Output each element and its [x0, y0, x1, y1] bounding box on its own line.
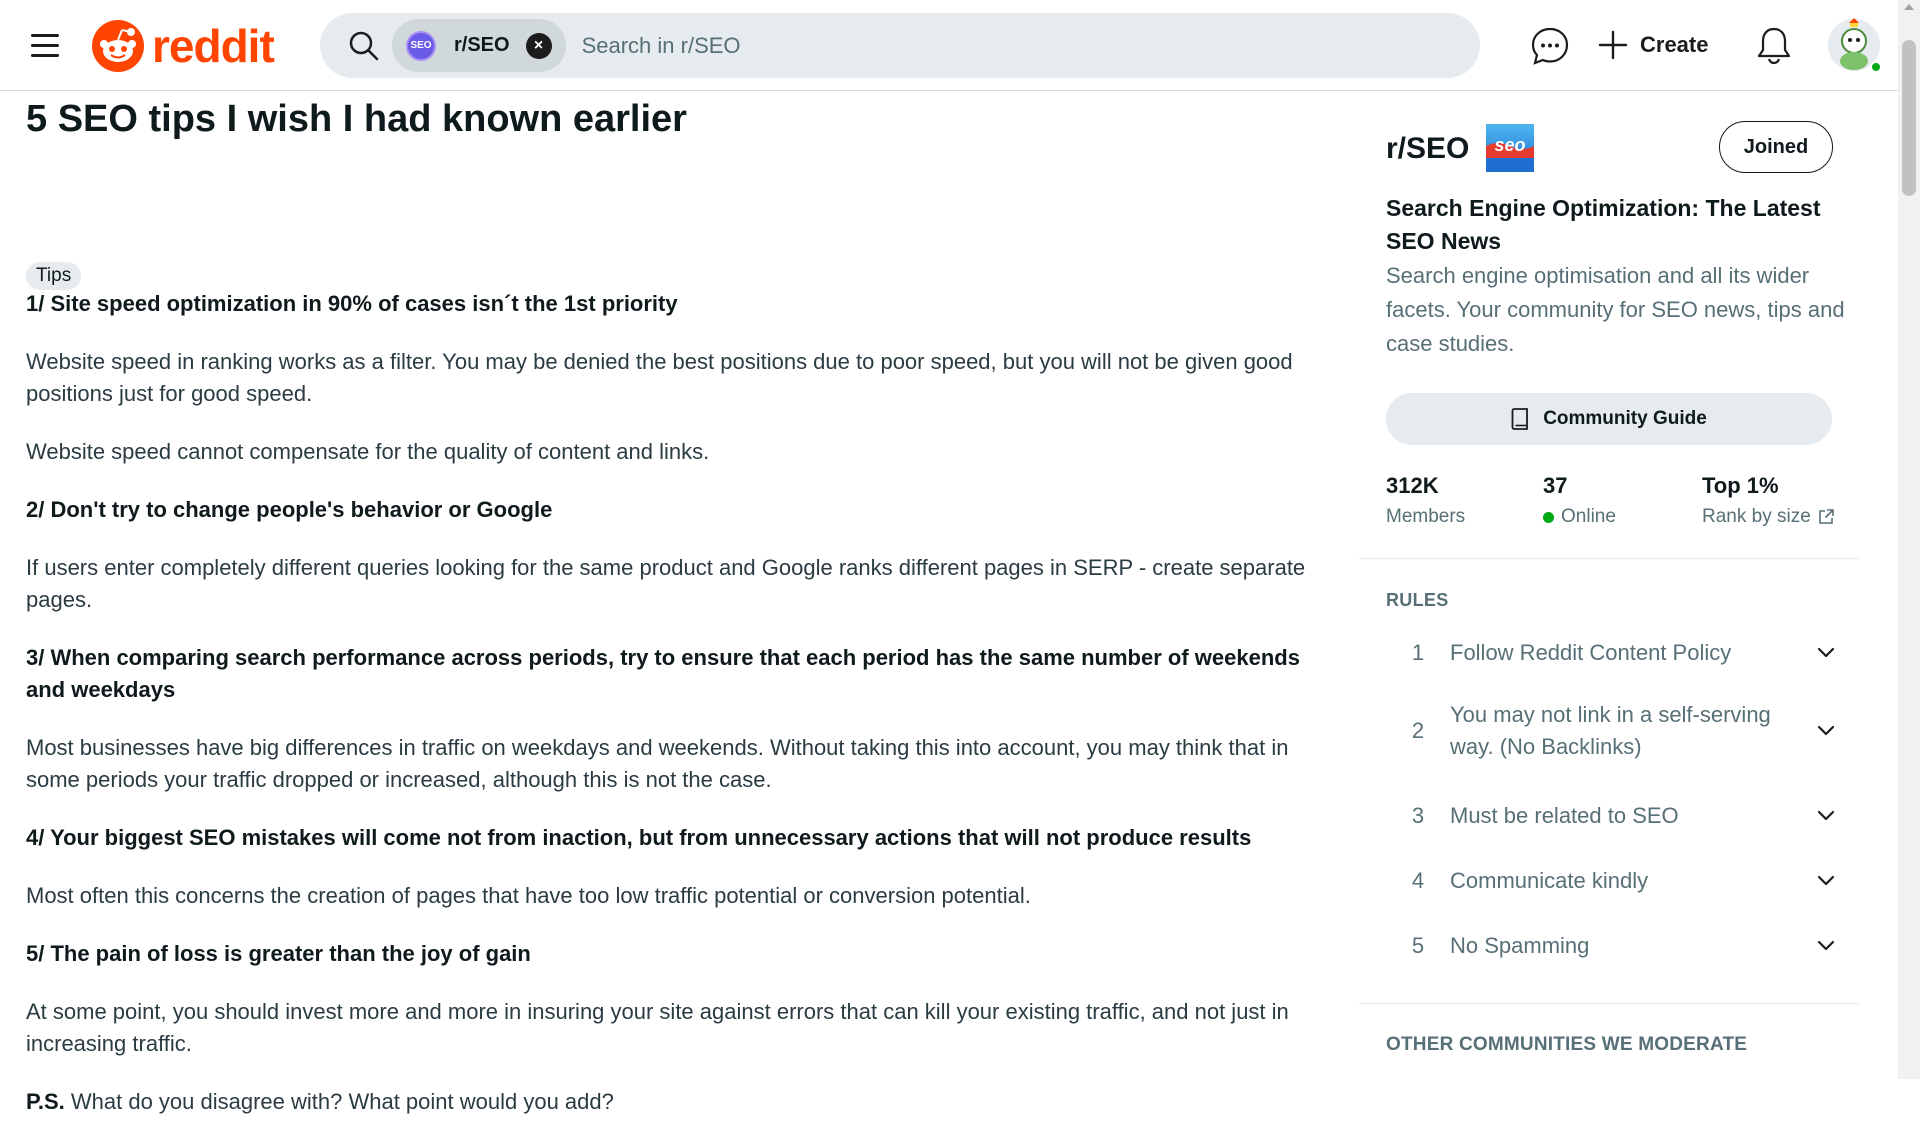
postscript-label: P.S. [26, 1089, 65, 1114]
user-avatar-icon[interactable] [1826, 17, 1882, 73]
scrollbar-thumb[interactable] [1902, 40, 1916, 196]
members-stat: 312K Members [1386, 472, 1465, 534]
chevron-down-icon [1817, 875, 1835, 886]
section-heading: 4/ Your biggest SEO mistakes will come n… [26, 825, 1252, 850]
section-paragraph: At some point, you should invest more an… [26, 999, 1289, 1056]
section-paragraph: Website speed in ranking works as a filt… [26, 349, 1293, 406]
rule-text: Must be related to SEO [1450, 803, 1679, 828]
joined-button[interactable]: Joined [1719, 121, 1833, 173]
chevron-down-icon [1817, 647, 1835, 658]
rule-item[interactable]: 2 You may not link in a self-serving way… [1386, 696, 1838, 766]
search-input[interactable] [579, 25, 1480, 66]
post-flair[interactable]: Tips [26, 262, 82, 290]
plus-icon [1598, 30, 1628, 60]
online-label: Online [1561, 506, 1616, 527]
section-heading: 1/ Site speed optimization in 90% of cas… [26, 291, 678, 316]
search-bar[interactable]: SEO r/SEO × [320, 13, 1480, 78]
online-indicator-icon [1543, 511, 1554, 523]
rank-value: Top 1% [1702, 473, 1779, 498]
post-body: 1/ Site speed optimization in 90% of cas… [26, 288, 1342, 1144]
community-guide-button[interactable]: Community Guide [1386, 393, 1832, 445]
book-icon [1511, 408, 1529, 430]
rule-item[interactable]: 1 Follow Reddit Content Policy [1386, 634, 1838, 672]
create-label: Create [1640, 32, 1709, 57]
search-scope-label: r/SEO [454, 34, 510, 56]
external-link-icon [1818, 509, 1834, 524]
members-count: 312K [1386, 473, 1439, 498]
community-title: Search Engine Optimization: The Latest S… [1386, 195, 1821, 254]
community-description: Search engine optimisation and all its w… [1386, 263, 1845, 356]
rule-item[interactable]: 5 No Spamming [1386, 927, 1838, 965]
community-stats: 312K Members 37 Online Top 1% Rank by si… [1386, 472, 1846, 532]
sidebar-divider [1359, 1003, 1859, 1004]
chevron-down-icon [1817, 725, 1835, 736]
search-icon [349, 31, 379, 60]
logo-wordmark: reddit [152, 20, 275, 72]
create-button[interactable]: Create [1598, 24, 1708, 66]
section-heading: 2/ Don't try to change people's behavior… [26, 497, 553, 522]
rank-label: Rank by size [1702, 506, 1811, 527]
close-icon[interactable]: × [525, 32, 552, 59]
rule-number: 1 [1411, 640, 1425, 665]
search-scope-chip[interactable]: SEO r/SEO × [392, 19, 566, 72]
rank-stat[interactable]: Top 1% Rank by size [1702, 472, 1835, 534]
community-name[interactable]: r/SEO [1386, 132, 1469, 166]
reddit-logo-icon [92, 20, 144, 72]
rule-text: Follow Reddit Content Policy [1450, 640, 1732, 665]
chevron-down-icon [1817, 940, 1835, 951]
section-paragraph: Most businesses have big differences in … [26, 735, 1289, 792]
community-icon: seo [1486, 124, 1534, 172]
section-paragraph: If users enter completely different quer… [26, 555, 1306, 612]
section-paragraph: Website speed cannot compensate for the … [26, 439, 710, 464]
postscript-text: What do you disagree with? What point wo… [70, 1089, 614, 1114]
members-label: Members [1386, 506, 1466, 527]
rules-header: RULES [1386, 590, 1449, 610]
rule-text: Communicate kindly [1450, 868, 1649, 893]
rule-item[interactable]: 3 Must be related to SEO [1386, 797, 1838, 835]
svg-text:seo: seo [1494, 135, 1525, 155]
online-count: 37 [1543, 473, 1568, 498]
rule-number: 5 [1411, 933, 1425, 958]
community-guide-label: Community Guide [1543, 408, 1707, 429]
rule-number: 4 [1411, 868, 1425, 893]
section-heading: 5/ The pain of loss is greater than the … [26, 941, 531, 966]
bell-icon[interactable] [1756, 25, 1792, 65]
hamburger-menu-icon[interactable] [28, 28, 66, 62]
rule-item[interactable]: 4 Communicate kindly [1386, 862, 1838, 900]
postscript: P.S. What do you disagree with? What poi… [26, 1086, 1342, 1118]
other-communities-header: OTHER COMMUNITIES WE MODERATE [1386, 1034, 1748, 1055]
page-scrollbar[interactable] [1898, 0, 1920, 1079]
online-stat: 37 Online [1543, 472, 1616, 534]
sidebar-divider [1359, 558, 1859, 559]
subreddit-avatar-icon: SEO [406, 30, 436, 61]
section-paragraph: Most often this concerns the creation of… [26, 883, 1031, 908]
rule-number: 2 [1411, 718, 1425, 743]
rule-text: No Spamming [1450, 933, 1590, 958]
chat-icon[interactable] [1530, 26, 1570, 66]
rule-text: You may not link in a self-serving way. … [1450, 702, 1771, 759]
chevron-down-icon [1817, 810, 1835, 821]
top-header: reddit SEO r/SEO × Create [0, 0, 1898, 91]
post-title: 5 SEO tips I wish I had known earlier [26, 98, 687, 140]
rule-number: 3 [1411, 803, 1425, 828]
reddit-logo[interactable]: reddit [92, 18, 275, 74]
section-heading: 3/ When comparing search performance acr… [26, 645, 1300, 702]
scroll-up-arrow-icon[interactable] [1904, 4, 1914, 10]
